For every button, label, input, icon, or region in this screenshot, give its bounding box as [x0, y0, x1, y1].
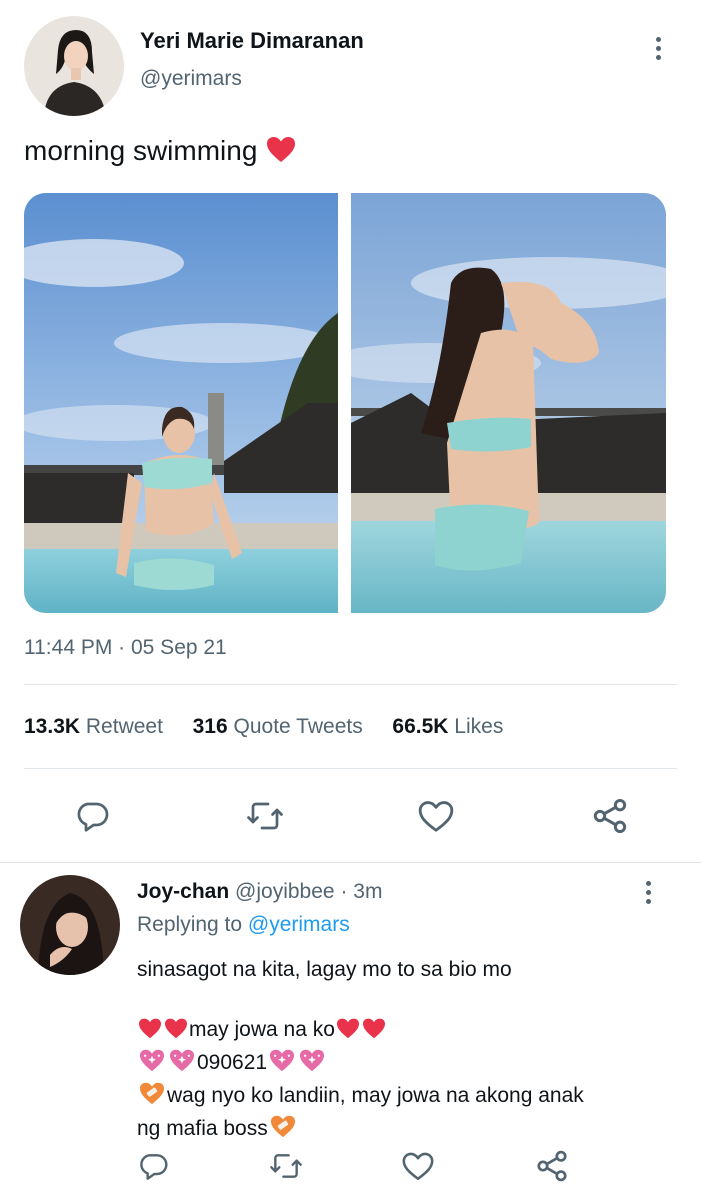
- mending-heart-icon: [268, 1114, 298, 1147]
- reply-like-icon[interactable]: [401, 1150, 435, 1182]
- reply-author-name[interactable]: Joy-chan: [137, 880, 229, 903]
- tweet-text-row: morning swimming: [24, 135, 297, 170]
- sparkling-heart-icon: [167, 1048, 197, 1081]
- sparkling-heart-icon: [297, 1048, 327, 1081]
- reply-more-options-icon[interactable]: [646, 881, 651, 908]
- reply-time: · 3m: [340, 880, 383, 903]
- divider-reply: [0, 862, 701, 863]
- retweets-count: 13.3K: [24, 715, 81, 738]
- author-name[interactable]: Yeri Marie Dimaranan: [140, 28, 364, 54]
- like-icon[interactable]: [417, 798, 455, 834]
- reply-reply-icon[interactable]: [137, 1150, 169, 1182]
- sparkling-heart-icon: [137, 1048, 167, 1081]
- reply-line-1: sinasagot na kita, lagay mo to sa bio mo: [137, 958, 512, 981]
- reply-line-4a: wag nyo ko landiin, may jowa na akong an…: [167, 1084, 584, 1107]
- likes-label: Likes: [454, 715, 504, 738]
- divider-middle: [24, 768, 677, 769]
- tweet-photo-2[interactable]: [351, 193, 666, 613]
- reply-line-3-row: 090621: [137, 1048, 677, 1081]
- reply-author-row: Joy-chan @joyibbee · 3m: [137, 880, 382, 904]
- divider-top: [24, 684, 677, 685]
- quotes-count: 316: [192, 715, 228, 738]
- quotes-label: Quote Tweets: [233, 715, 363, 738]
- retweets-stat[interactable]: 13.3K Retweet: [24, 715, 169, 738]
- red-heart-icon: [137, 1017, 163, 1048]
- replying-handle-link[interactable]: @yerimars: [248, 913, 350, 936]
- red-heart-icon: [335, 1017, 361, 1048]
- reply-share-icon[interactable]: [534, 1148, 570, 1184]
- red-heart-icon: [265, 135, 297, 170]
- tweet-text: morning swimming: [24, 135, 258, 166]
- retweets-label: Retweet: [85, 715, 163, 738]
- author-avatar[interactable]: [24, 16, 124, 116]
- reply-author-handle[interactable]: @joyibbee: [235, 880, 335, 903]
- author-handle[interactable]: @yerimars: [140, 67, 242, 91]
- retweet-icon[interactable]: [245, 798, 285, 834]
- reply-line-2-row: may jowa na ko: [137, 1015, 677, 1048]
- reply-author-avatar[interactable]: [20, 875, 120, 975]
- likes-count: 66.5K: [392, 715, 449, 738]
- likes-stat[interactable]: 66.5K Likes: [392, 715, 503, 738]
- reply-icon[interactable]: [74, 798, 110, 834]
- mending-heart-icon: [137, 1081, 167, 1114]
- red-heart-icon: [163, 1017, 189, 1048]
- reply-replying-to: Replying to @yerimars: [137, 913, 350, 937]
- more-options-icon[interactable]: [656, 37, 661, 64]
- reply-text: sinasagot na kita, lagay mo to sa bio mo…: [137, 955, 677, 1147]
- sparkling-heart-icon: [267, 1048, 297, 1081]
- replying-label: Replying to: [137, 913, 243, 936]
- tweet-timestamp[interactable]: 11:44 PM · 05 Sep 21: [24, 636, 227, 660]
- reply-line-4b-row: ng mafia boss: [137, 1114, 677, 1147]
- reply-retweet-icon[interactable]: [268, 1150, 304, 1182]
- tweet-photo-1[interactable]: [24, 193, 338, 613]
- red-heart-icon: [361, 1017, 387, 1048]
- reply-line-4-row: wag nyo ko landiin, may jowa na akong an…: [137, 1081, 677, 1114]
- reply-line-4b: ng mafia boss: [137, 1117, 268, 1140]
- share-icon[interactable]: [590, 796, 630, 836]
- reply-line-3: 090621: [197, 1051, 268, 1074]
- quotes-stat[interactable]: 316 Quote Tweets: [193, 715, 369, 738]
- reply-line-2: may jowa na ko: [189, 1018, 335, 1041]
- tweet-stats: 13.3K Retweet 316 Quote Tweets 66.5K Lik…: [24, 715, 503, 739]
